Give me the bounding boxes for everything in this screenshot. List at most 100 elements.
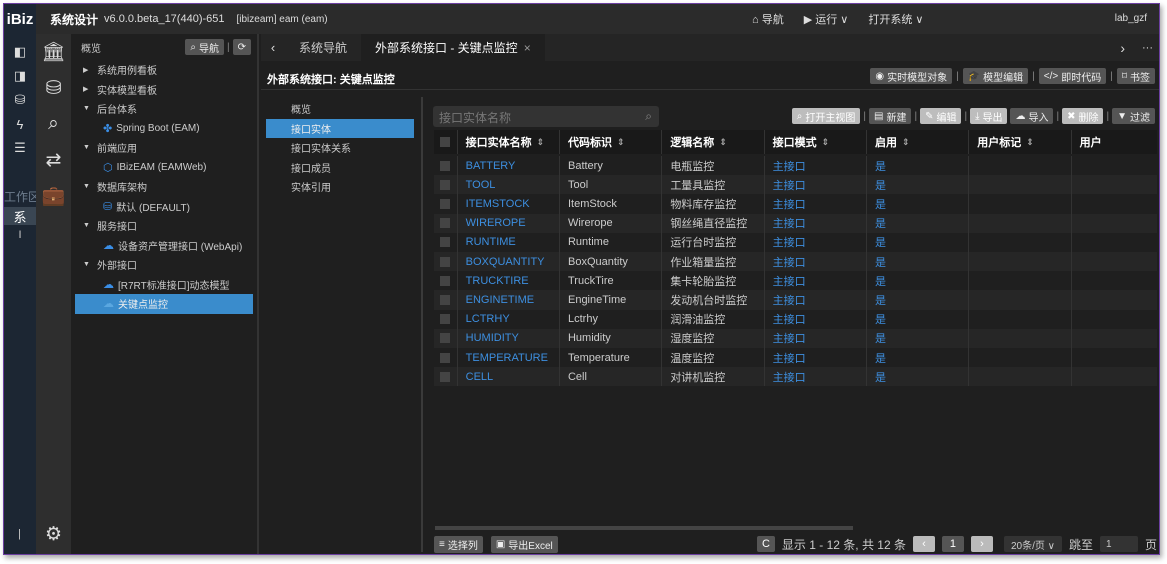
table-cell[interactable]: 是 <box>867 156 970 176</box>
table-row[interactable]: RUNTIME Runtime 运行台时监控 主接口是 <box>434 232 1157 252</box>
sort-icon[interactable]: ⇕ <box>822 137 830 148</box>
table-cell[interactable]: 是 <box>867 271 970 291</box>
nav-menu[interactable]: ⌂ 导航 <box>752 11 784 27</box>
sys-tab[interactable]: 系 <box>4 207 36 225</box>
table-cell[interactable]: 主接口 <box>765 328 867 348</box>
tree-node[interactable]: ⬡ IBizEAM (EAMWeb) <box>71 158 257 178</box>
model-edit-button[interactable]: 🎓 模型编辑 <box>962 68 1029 84</box>
table-row[interactable]: TRUCKTIRE TruckTire 集卡轮胎监控 主接口是 <box>434 271 1157 291</box>
table-cell[interactable]: 主接口 <box>765 367 867 387</box>
select-columns-button[interactable]: ≡ 选择列 <box>434 535 483 553</box>
table-cell[interactable]: 是 <box>867 175 970 195</box>
gear-icon[interactable]: ⚙ <box>36 516 71 552</box>
row-checkbox[interactable] <box>434 156 458 176</box>
sort-icon[interactable]: ⇕ <box>537 137 545 148</box>
table-cell[interactable]: 是 <box>867 348 970 368</box>
page-size-select[interactable]: 20条/页 ∨ <box>1003 536 1062 552</box>
subnav-item[interactable]: 概览 <box>266 99 414 119</box>
tree-node[interactable]: ▶ 实体模型看板 <box>71 80 257 100</box>
table-cell[interactable]: 主接口 <box>765 213 867 233</box>
row-checkbox[interactable] <box>434 290 458 310</box>
tree-node[interactable]: ⛁ 默认 (DEFAULT) <box>71 197 257 217</box>
open-system-menu[interactable]: 打开系统 ∨ <box>868 11 923 27</box>
table-cell[interactable]: 主接口 <box>765 194 867 214</box>
tree-node[interactable]: ▼ 服务接口 <box>71 216 257 236</box>
table-row[interactable]: BOXQUANTITY BoxQuantity 作业箱量监控 主接口是 <box>434 252 1157 272</box>
subnav-item[interactable]: 接口实体关系 <box>266 138 414 158</box>
tree-node[interactable]: ☁ [R7RT标准接口]动态模型 <box>71 275 257 295</box>
subnav-item[interactable]: 实体引用 <box>266 177 414 197</box>
tree-node[interactable]: ☁ 关键点监控 <box>75 294 253 314</box>
refresh-button[interactable]: ⟳ <box>232 39 251 55</box>
briefcase-icon[interactable]: 💼 <box>36 178 71 214</box>
live-model-button[interactable]: ◉ 实时模型对象 <box>870 68 953 84</box>
table-row[interactable]: CELL Cell 对讲机监控 主接口是 <box>434 367 1157 387</box>
table-cell[interactable]: WIREROPE <box>458 213 560 233</box>
table-row[interactable]: WIREROPE Wirerope 钢丝绳直径监控 主接口是 <box>434 213 1157 233</box>
table-cell[interactable]: 主接口 <box>765 290 867 310</box>
table-row[interactable]: HUMIDITY Humidity 湿度监控 主接口是 <box>434 328 1157 348</box>
tree-node[interactable]: ✤ Spring Boot (EAM) <box>71 119 257 139</box>
search-input[interactable]: 接口实体名称 ⌕ <box>433 106 659 127</box>
caret-icon[interactable]: ▼ <box>83 222 93 229</box>
prev-page-button[interactable]: ‹ <box>912 536 935 552</box>
server-icon[interactable]: ☰ <box>4 136 36 160</box>
table-cell[interactable]: TRUCKTIRE <box>458 271 560 291</box>
tab-system-nav[interactable]: 系统导航 <box>285 34 361 61</box>
row-checkbox[interactable] <box>434 232 458 252</box>
table-cell[interactable]: TEMPERATURE <box>458 348 560 368</box>
table-cell[interactable]: ITEMSTOCK <box>458 194 560 214</box>
table-cell[interactable]: 主接口 <box>765 232 867 252</box>
table-cell[interactable]: CELL <box>458 367 560 387</box>
table-cell[interactable]: 是 <box>867 328 970 348</box>
caret-icon[interactable]: ▼ <box>83 183 93 190</box>
column-header[interactable]: 代码标识 ⇕ <box>560 130 663 154</box>
row-checkbox[interactable] <box>434 328 458 348</box>
row-checkbox[interactable] <box>434 309 458 329</box>
divider[interactable] <box>421 97 423 552</box>
table-cell[interactable]: 主接口 <box>765 348 867 368</box>
table-cell[interactable]: TOOL <box>458 175 560 195</box>
table-cell[interactable]: 主接口 <box>765 309 867 329</box>
row-checkbox[interactable] <box>434 175 458 195</box>
bolt-icon[interactable]: ϟ <box>4 112 36 136</box>
tree-node[interactable]: ▶ 系统用例看板 <box>71 60 257 80</box>
table-cell[interactable]: BOXQUANTITY <box>458 252 560 272</box>
import-button[interactable]: ☁ 导入 <box>1010 108 1054 124</box>
row-checkbox[interactable] <box>434 213 458 233</box>
more-icon[interactable]: ··· <box>1142 42 1153 54</box>
select-all-checkbox[interactable] <box>434 130 458 154</box>
caret-icon[interactable]: ▶ <box>83 66 93 74</box>
caret-icon[interactable]: ▼ <box>83 105 93 112</box>
retweet-icon[interactable]: ⇄ <box>36 142 71 178</box>
table-cell[interactable]: 主接口 <box>765 252 867 272</box>
bar-tab[interactable]: I <box>4 229 36 241</box>
table-cell[interactable]: LCTRHY <box>458 309 560 329</box>
table-row[interactable]: ENGINETIME EngineTime 发动机台时监控 主接口是 <box>434 290 1157 310</box>
column-header[interactable]: 接口实体名称 ⇕ <box>458 130 560 154</box>
search-icon[interactable]: ⌕ <box>36 106 71 142</box>
table-row[interactable]: LCTRHY Lctrhy 润滑油监控 主接口是 <box>434 309 1157 329</box>
table-cell[interactable]: 是 <box>867 252 970 272</box>
table-cell[interactable]: 是 <box>867 367 970 387</box>
table-cell[interactable]: HUMIDITY <box>458 328 560 348</box>
row-checkbox[interactable] <box>434 367 458 387</box>
column-header[interactable]: 接口模式 ⇕ <box>765 130 867 154</box>
table-cell[interactable]: 是 <box>867 309 970 329</box>
new-button[interactable]: ▤ 新建 <box>869 108 912 124</box>
search-icon[interactable]: ⌕ <box>645 109 652 124</box>
filter-button[interactable]: ▼ 过滤 <box>1112 108 1155 124</box>
tree-node[interactable]: ▼ 数据库架构 <box>71 177 257 197</box>
open-main-view-button[interactable]: ⌕ 打开主视图 <box>791 108 861 124</box>
column-header[interactable]: 用户标记 ⇕ <box>969 130 1072 154</box>
refresh-button[interactable]: C <box>756 536 775 552</box>
bookmark-button[interactable]: ⌑ 书签 <box>1116 68 1155 84</box>
database-icon[interactable]: ⛁ <box>36 70 71 106</box>
table-row[interactable]: ITEMSTOCK ItemStock 物料库存监控 主接口是 <box>434 194 1157 214</box>
column-header[interactable]: 用户 <box>1072 130 1157 154</box>
jump-input[interactable]: 1 <box>1099 536 1138 552</box>
tree-nav-button[interactable]: ⌕ 导航 <box>185 39 224 55</box>
page-number[interactable]: 1 <box>941 536 964 552</box>
next-page-button[interactable]: › <box>970 536 993 552</box>
table-cell[interactable]: 是 <box>867 194 970 214</box>
